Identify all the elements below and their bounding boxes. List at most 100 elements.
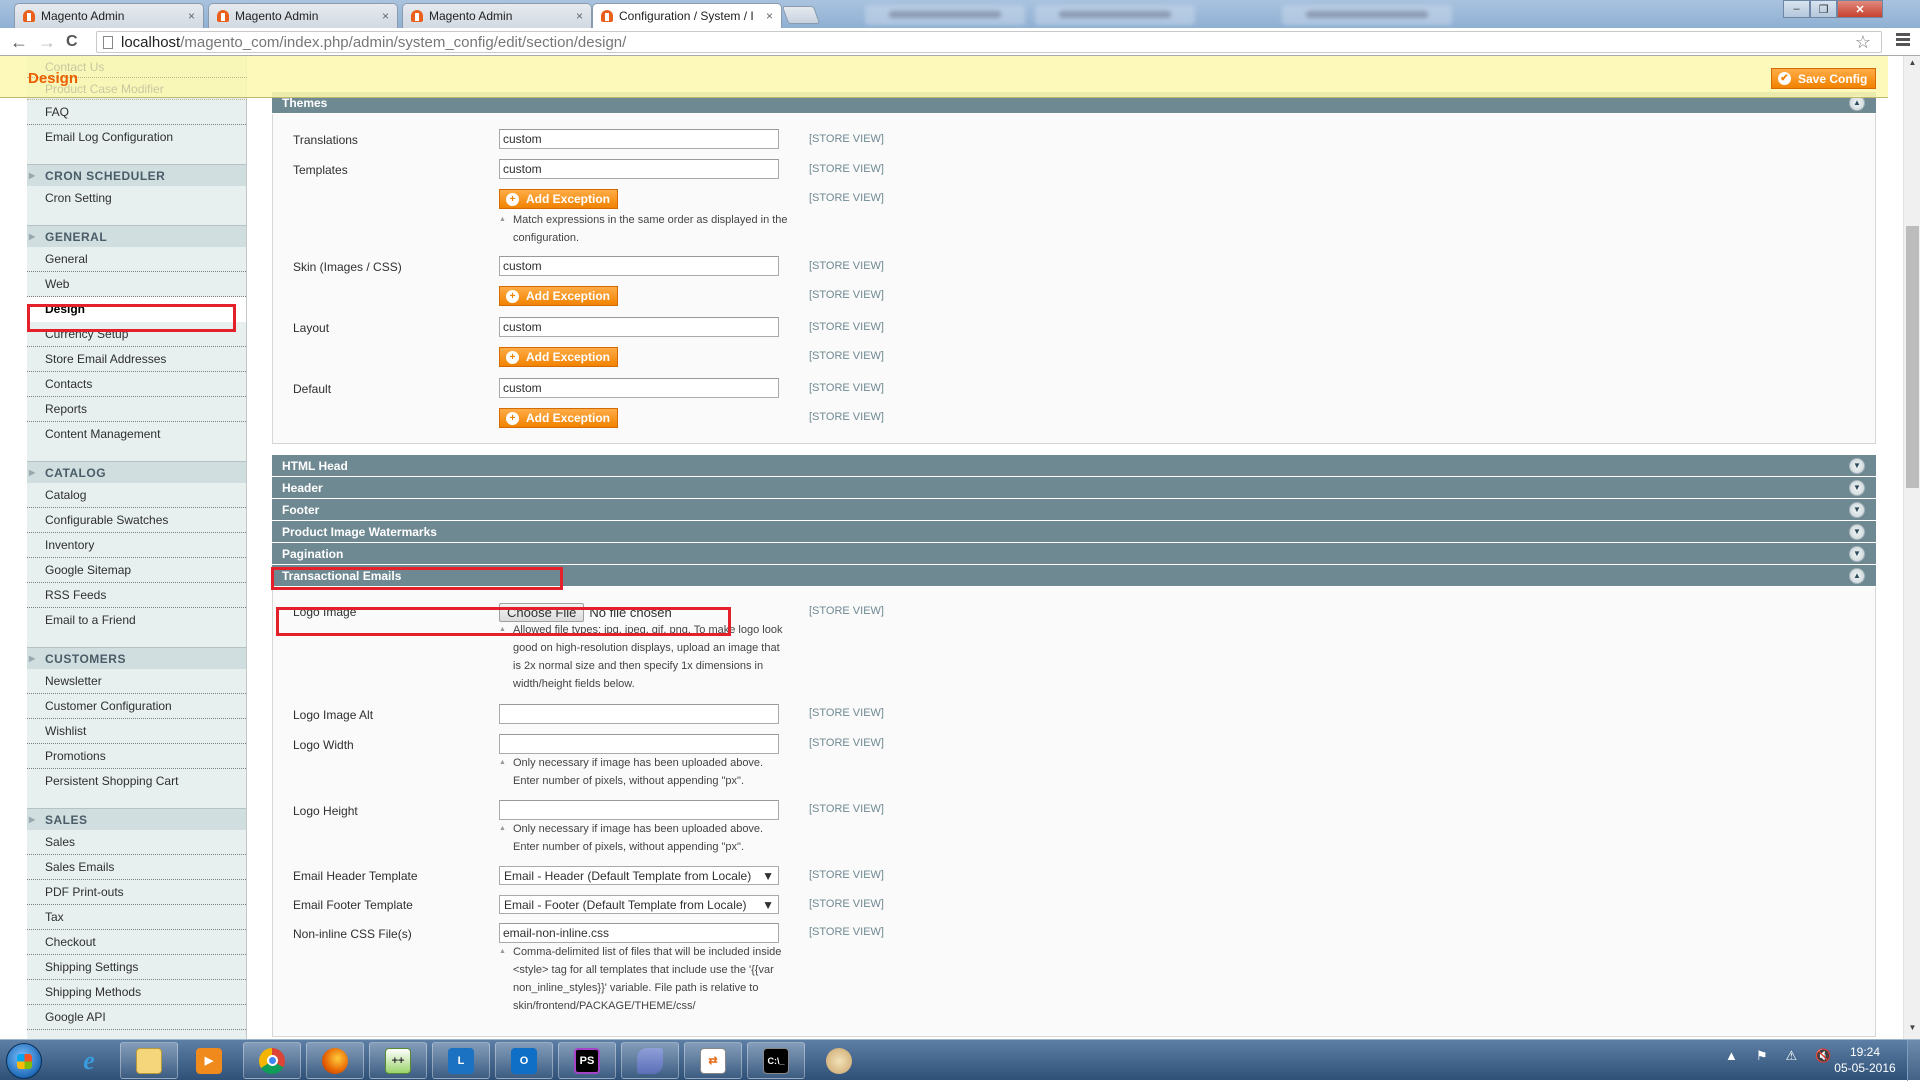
show-desktop-button[interactable] bbox=[1907, 1040, 1920, 1081]
action-center-flag-icon[interactable]: ⚑ bbox=[1756, 1048, 1768, 1064]
sidebar-item[interactable]: General bbox=[27, 247, 246, 272]
sidebar-item[interactable]: Google Sitemap bbox=[27, 558, 246, 583]
default-input[interactable] bbox=[499, 378, 779, 398]
skin-input[interactable] bbox=[499, 256, 779, 276]
sidebar-item[interactable]: Tax bbox=[27, 905, 246, 930]
logo-alt-input[interactable] bbox=[499, 704, 779, 724]
expand-icon[interactable]: ▼ bbox=[1849, 502, 1865, 518]
sidebar-item-faq[interactable]: FAQ bbox=[27, 100, 246, 125]
sidebar-item-email-log[interactable]: Email Log Configuration bbox=[27, 125, 246, 150]
reload-button[interactable]: C bbox=[66, 33, 78, 51]
outlook-icon[interactable]: O bbox=[495, 1042, 553, 1079]
network-warning-icon[interactable]: ⚠ bbox=[1786, 1048, 1798, 1064]
paint-icon[interactable] bbox=[810, 1042, 868, 1079]
lync-icon[interactable]: L bbox=[432, 1042, 490, 1079]
tab-close-icon[interactable]: × bbox=[576, 9, 583, 23]
sidebar-item[interactable]: Newsletter bbox=[27, 669, 246, 694]
media-player-icon[interactable]: ▶ bbox=[180, 1042, 238, 1079]
sidebar-item[interactable]: Customer Configuration bbox=[27, 694, 246, 719]
sidebar-item[interactable]: Persistent Shopping Cart bbox=[27, 769, 246, 794]
browser-tab[interactable]: Magento Admin × bbox=[208, 3, 398, 28]
restore-button[interactable]: ❐ bbox=[1810, 0, 1837, 18]
internet-explorer-icon[interactable]: e bbox=[60, 1042, 118, 1079]
sidebar-group-general[interactable]: GENERAL bbox=[27, 225, 246, 248]
command-prompt-icon[interactable]: C:\_ bbox=[747, 1042, 805, 1079]
close-window-button[interactable]: ✕ bbox=[1837, 0, 1883, 18]
url-input[interactable]: localhost/magento_com/index.php/admin/sy… bbox=[96, 31, 1882, 53]
expand-icon[interactable]: ▼ bbox=[1849, 480, 1865, 496]
bookmark-star-icon[interactable]: ☆ bbox=[1855, 32, 1871, 53]
sidebar-item[interactable]: Content Management bbox=[27, 422, 246, 447]
email-header-template-select[interactable]: Email - Header (Default Template from Lo… bbox=[499, 866, 779, 885]
save-config-button[interactable]: ✔ Save Config bbox=[1771, 68, 1877, 89]
sidebar-group-catalog[interactable]: CATALOG bbox=[27, 461, 246, 484]
sidebar-item[interactable]: Sales Emails bbox=[27, 855, 246, 880]
non-inline-css-input[interactable] bbox=[499, 923, 779, 943]
minimize-button[interactable]: – bbox=[1783, 0, 1810, 18]
section-header-footer[interactable]: Footer ▼ bbox=[272, 499, 1876, 521]
sidebar-item[interactable]: Shipping Methods bbox=[27, 980, 246, 1005]
logo-height-input[interactable] bbox=[499, 800, 779, 820]
file-compare-icon[interactable]: ⇄ bbox=[684, 1042, 742, 1079]
file-explorer-icon[interactable] bbox=[120, 1042, 178, 1079]
new-tab-button[interactable] bbox=[781, 6, 821, 24]
sidebar-item[interactable]: Email to a Friend bbox=[27, 608, 246, 633]
section-header-html-head[interactable]: HTML Head ▼ bbox=[272, 455, 1876, 477]
sidebar-item[interactable]: Checkout bbox=[27, 930, 246, 955]
sidebar-item[interactable]: Cron Setting bbox=[27, 186, 246, 211]
show-hidden-icons[interactable]: ▲ bbox=[1725, 1048, 1738, 1064]
logo-width-input[interactable] bbox=[499, 734, 779, 754]
sidebar-item[interactable]: Inventory bbox=[27, 533, 246, 558]
phpstorm-icon[interactable]: PS bbox=[558, 1042, 616, 1079]
translations-input[interactable] bbox=[499, 129, 779, 149]
back-button[interactable]: ← bbox=[10, 32, 28, 53]
firefox-icon[interactable] bbox=[306, 1042, 364, 1079]
tab-close-icon[interactable]: × bbox=[766, 9, 773, 23]
browser-tab[interactable]: Magento Admin × bbox=[402, 3, 592, 28]
sidebar-item[interactable]: Configurable Swatches bbox=[27, 508, 246, 533]
page-scrollbar[interactable]: ▲ ▼ bbox=[1903, 56, 1920, 1039]
collapse-icon[interactable]: ▲ bbox=[1849, 568, 1865, 584]
blurred-tab[interactable] bbox=[1282, 5, 1452, 25]
section-header-header[interactable]: Header ▼ bbox=[272, 477, 1876, 499]
section-header-pagination[interactable]: Pagination ▼ bbox=[272, 543, 1876, 565]
email-footer-template-select[interactable]: Email - Footer (Default Template from Lo… bbox=[499, 895, 779, 914]
add-exception-button[interactable]: + Add Exception bbox=[499, 408, 619, 428]
sidebar-item[interactable]: Sales bbox=[27, 830, 246, 855]
browser-tab-active[interactable]: Configuration / System / I × bbox=[592, 3, 782, 28]
tab-close-icon[interactable]: × bbox=[382, 9, 389, 23]
sidebar-item[interactable]: Reports bbox=[27, 397, 246, 422]
scroll-down-arrow-icon[interactable]: ▼ bbox=[1904, 1023, 1920, 1037]
sidebar-group-cron[interactable]: CRON SCHEDULER bbox=[27, 164, 246, 187]
sidebar-group-sales[interactable]: SALES bbox=[27, 808, 246, 831]
scroll-up-arrow-icon[interactable]: ▲ bbox=[1904, 58, 1920, 72]
layout-input[interactable] bbox=[499, 317, 779, 337]
mysql-workbench-icon[interactable] bbox=[621, 1042, 679, 1079]
add-exception-button[interactable]: + Add Exception bbox=[499, 347, 619, 367]
notepad-plus-plus-icon[interactable]: ++ bbox=[369, 1042, 427, 1079]
tab-close-icon[interactable]: × bbox=[188, 9, 195, 23]
scroll-thumb[interactable] bbox=[1906, 226, 1919, 488]
sidebar-group-customers[interactable]: CUSTOMERS bbox=[27, 647, 246, 670]
sidebar-item[interactable]: Store Email Addresses bbox=[27, 347, 246, 372]
browser-menu-icon[interactable] bbox=[1896, 33, 1910, 48]
browser-tab[interactable]: Magento Admin × bbox=[14, 3, 204, 28]
sidebar-item[interactable]: Promotions bbox=[27, 744, 246, 769]
sidebar-item[interactable]: RSS Feeds bbox=[27, 583, 246, 608]
templates-input[interactable] bbox=[499, 159, 779, 179]
sidebar-item[interactable]: Web bbox=[27, 272, 246, 297]
expand-icon[interactable]: ▼ bbox=[1849, 524, 1865, 540]
start-button[interactable] bbox=[6, 1043, 42, 1079]
sidebar-item[interactable]: PDF Print-outs bbox=[27, 880, 246, 905]
sidebar-item[interactable]: Google API bbox=[27, 1005, 246, 1030]
section-header-watermarks[interactable]: Product Image Watermarks ▼ bbox=[272, 521, 1876, 543]
blurred-tab[interactable] bbox=[865, 5, 1025, 25]
sidebar-item[interactable]: Shipping Settings bbox=[27, 955, 246, 980]
volume-muted-icon[interactable]: 🔇 bbox=[1815, 1048, 1831, 1064]
system-clock[interactable]: 19:24 05-05-2016 bbox=[1830, 1044, 1900, 1076]
sidebar-item[interactable]: Contacts bbox=[27, 372, 246, 397]
expand-icon[interactable]: ▼ bbox=[1849, 546, 1865, 562]
sidebar-item[interactable]: Wishlist bbox=[27, 719, 246, 744]
expand-icon[interactable]: ▼ bbox=[1849, 458, 1865, 474]
add-exception-button[interactable]: + Add Exception bbox=[499, 286, 619, 306]
